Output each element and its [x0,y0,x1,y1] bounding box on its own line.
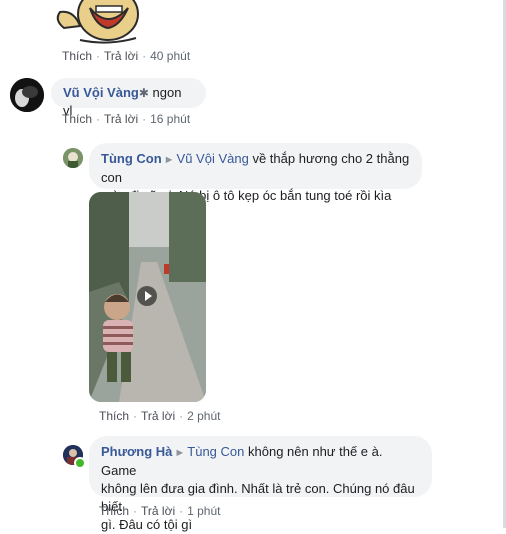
like-link[interactable]: Thích [62,49,92,63]
mentioned-user[interactable]: Tùng Con [187,444,244,459]
mentioned-user[interactable]: Vũ Vội Vàng [177,151,249,166]
reply-arrow-icon: ► [163,154,175,166]
avatar-vu[interactable] [10,78,44,112]
play-video-icon[interactable] [137,286,157,306]
reply-link[interactable]: Trả lời [104,49,138,63]
sticker-image [50,0,140,44]
phuong-reply-actions: Thích · Trả lời · 1 phút [99,504,221,518]
reply-author[interactable]: Phương Hà [101,444,172,459]
top-comment-actions: Thích · Trả lời · 40 phút [62,49,191,63]
reply-bubble-phuong: Phương Hà ► Tùng Con không nên như thế e à… [89,436,432,532]
reply-link[interactable]: Trả lời [141,504,175,518]
like-link[interactable]: Thích [99,504,129,518]
avatar-tung[interactable] [63,148,83,168]
comment-time: 2 phút [187,409,221,423]
vu-comment-actions: Thích · Trả lời · 16 phút [62,112,191,126]
comment-time: 1 phút [187,504,221,518]
next-avatar-partial [50,520,90,528]
comment-time: 40 phút [150,49,191,63]
reply-text-line: gì. Đâu có tội gì [101,517,193,532]
comment-time: 16 phút [150,112,191,126]
like-link[interactable]: Thích [62,112,92,126]
reply-link[interactable]: Trả lời [141,409,175,423]
reply-bubble-tung: Tùng Con ► Vũ Vội Vàng về thắp hương cho 2… [89,143,422,203]
online-status-icon [74,457,86,469]
star-badge-icon: ✱ [138,86,149,100]
reply-arrow-icon: ► [174,447,186,459]
reply-link[interactable]: Trả lời [104,112,138,126]
like-link[interactable]: Thích [99,409,129,423]
reply-author[interactable]: Tùng Con [101,151,162,166]
comment-bubble-vu: Vũ Vội Vàng✱ ngon vl [51,78,206,118]
comment-author[interactable]: Vũ Vội Vàng [63,85,139,100]
tung-reply-actions: Thích · Trả lời · 2 phút [99,409,221,423]
